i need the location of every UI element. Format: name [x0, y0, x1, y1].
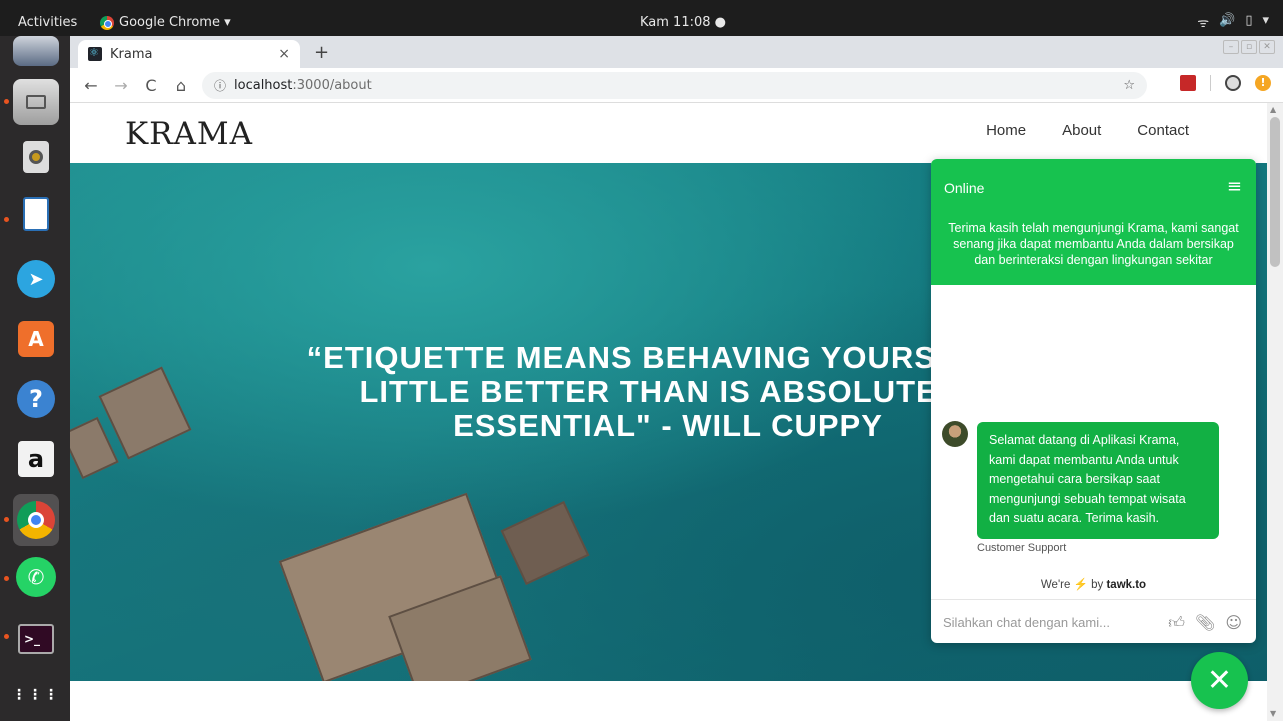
back-button[interactable]: ←: [76, 76, 106, 95]
tab-strip: Krama × + – ▫ ✕: [70, 36, 1283, 68]
scroll-up-icon[interactable]: ▲: [1270, 105, 1276, 114]
powered-by-text: by: [1091, 579, 1104, 591]
chat-message-input[interactable]: [943, 612, 1163, 632]
close-icon[interactable]: ×: [278, 46, 290, 62]
running-indicator: [4, 576, 9, 581]
profile-icon[interactable]: [1225, 75, 1241, 91]
agent-avatar: [942, 421, 968, 447]
url-path: :3000/about: [292, 78, 372, 93]
browser-toolbar: ← → C ⌂ ⓘ localhost :3000/about ☆ !: [70, 68, 1283, 103]
chat-status: Online: [944, 180, 985, 196]
extension-icon[interactable]: [1180, 75, 1196, 91]
hero-image-hut: [500, 501, 590, 585]
running-indicator: [4, 217, 9, 222]
tawk-brand: tawk.to: [1106, 579, 1147, 591]
info-icon[interactable]: ⓘ: [214, 77, 226, 94]
nav-about-link[interactable]: About: [1062, 122, 1101, 139]
running-indicator: [4, 517, 9, 522]
powered-by[interactable]: We're ⚡ by tawk.to: [931, 577, 1256, 591]
site-brand[interactable]: KRAMA: [125, 116, 253, 152]
powered-prefix: We're: [1040, 579, 1071, 591]
hero-image-hut: [98, 366, 192, 460]
url-host: localhost: [234, 78, 293, 93]
tab-title: Krama: [110, 46, 153, 62]
writer-icon[interactable]: [13, 191, 59, 237]
chat-widget: Online ≡ Terima kasih telah mengunjungi …: [931, 159, 1256, 643]
chat-header: Online ≡ Terima kasih telah mengunjungi …: [931, 159, 1256, 285]
tab-krama[interactable]: Krama ×: [78, 40, 300, 68]
menu-icon[interactable]: ≡: [1227, 176, 1242, 197]
software-icon[interactable]: A: [13, 316, 59, 362]
site-navbar: KRAMA Home About Contact: [70, 103, 1267, 163]
site-nav-links: Home About Contact: [986, 122, 1189, 139]
app-menu-label: Google Chrome ▾: [119, 15, 231, 30]
update-alert-icon[interactable]: !: [1255, 75, 1271, 91]
clock[interactable]: Kam 11:08 ●: [640, 15, 726, 30]
wifi-icon: ᯤ: [1197, 16, 1210, 31]
maximize-button[interactable]: ▫: [1241, 40, 1257, 54]
battery-icon: ▯: [1245, 13, 1253, 28]
volume-icon: 🔊: [1219, 13, 1236, 28]
nav-home-link[interactable]: Home: [986, 122, 1026, 139]
chrome-icon: [100, 15, 114, 30]
page-scrollbar[interactable]: ▲ ▼: [1267, 103, 1283, 721]
extensions: !: [1180, 75, 1271, 91]
files-icon[interactable]: [13, 36, 59, 66]
chat-close-button[interactable]: ✕: [1191, 652, 1248, 709]
bolt-icon: ⚡: [1073, 579, 1088, 591]
hero-image-hut: [70, 416, 119, 480]
bookmark-star-icon[interactable]: ☆: [1123, 78, 1135, 93]
drawer-icon[interactable]: [13, 79, 59, 125]
apps-grid-icon[interactable]: ⋮⋮⋮: [12, 672, 59, 718]
reload-button[interactable]: C: [136, 76, 166, 95]
app-menu[interactable]: Google Chrome ▾: [100, 15, 231, 30]
system-tray[interactable]: ᯤ 🔊 ▯ ▾: [1197, 13, 1269, 31]
help-icon[interactable]: ?: [13, 376, 59, 422]
nav-contact-link[interactable]: Contact: [1137, 122, 1189, 139]
new-tab-button[interactable]: +: [314, 42, 329, 63]
whatsapp-icon[interactable]: ✆: [13, 554, 59, 600]
chrome-icon[interactable]: [13, 494, 59, 546]
minimize-button[interactable]: –: [1223, 40, 1239, 54]
chat-input-row: 👍︎ 📎︎ ☺: [931, 599, 1256, 643]
chevron-down-icon: ▾: [1262, 13, 1269, 28]
close-window-button[interactable]: ✕: [1259, 40, 1275, 54]
window-controls: – ▫ ✕: [1223, 40, 1275, 54]
address-bar[interactable]: ⓘ localhost :3000/about ☆: [202, 72, 1147, 99]
dock: ➤ A ? a ✆ >_ ⋮⋮⋮: [0, 36, 70, 721]
scroll-down-icon[interactable]: ▼: [1270, 709, 1276, 718]
home-button[interactable]: ⌂: [166, 76, 196, 95]
speaker-icon[interactable]: [13, 134, 59, 180]
system-top-bar: Activities Google Chrome ▾ Kam 11:08 ● ᯤ…: [0, 0, 1283, 36]
chat-message-bubble: Selamat datang di Aplikasi Krama, kami d…: [977, 422, 1219, 539]
running-indicator: [4, 99, 9, 104]
forward-button[interactable]: →: [106, 76, 136, 95]
chat-welcome-message: Terima kasih telah mengunjungi Krama, ka…: [948, 221, 1239, 267]
scroll-thumb[interactable]: [1270, 117, 1280, 267]
paperclip-icon[interactable]: 📎︎: [1195, 613, 1215, 633]
running-indicator: [4, 634, 9, 639]
agent-name: Customer Support: [977, 542, 1067, 554]
telegram-icon[interactable]: ➤: [13, 256, 59, 302]
amazon-icon[interactable]: a: [13, 436, 59, 482]
thumbs-up-icon[interactable]: 👍︎: [1168, 613, 1185, 633]
divider: [1210, 75, 1211, 91]
react-icon: [88, 46, 102, 61]
activities-button[interactable]: Activities: [18, 15, 77, 30]
chat-input-actions: 👍︎ 📎︎ ☺: [1168, 613, 1242, 633]
emoji-icon[interactable]: ☺: [1225, 613, 1242, 633]
terminal-icon[interactable]: >_: [13, 616, 59, 662]
